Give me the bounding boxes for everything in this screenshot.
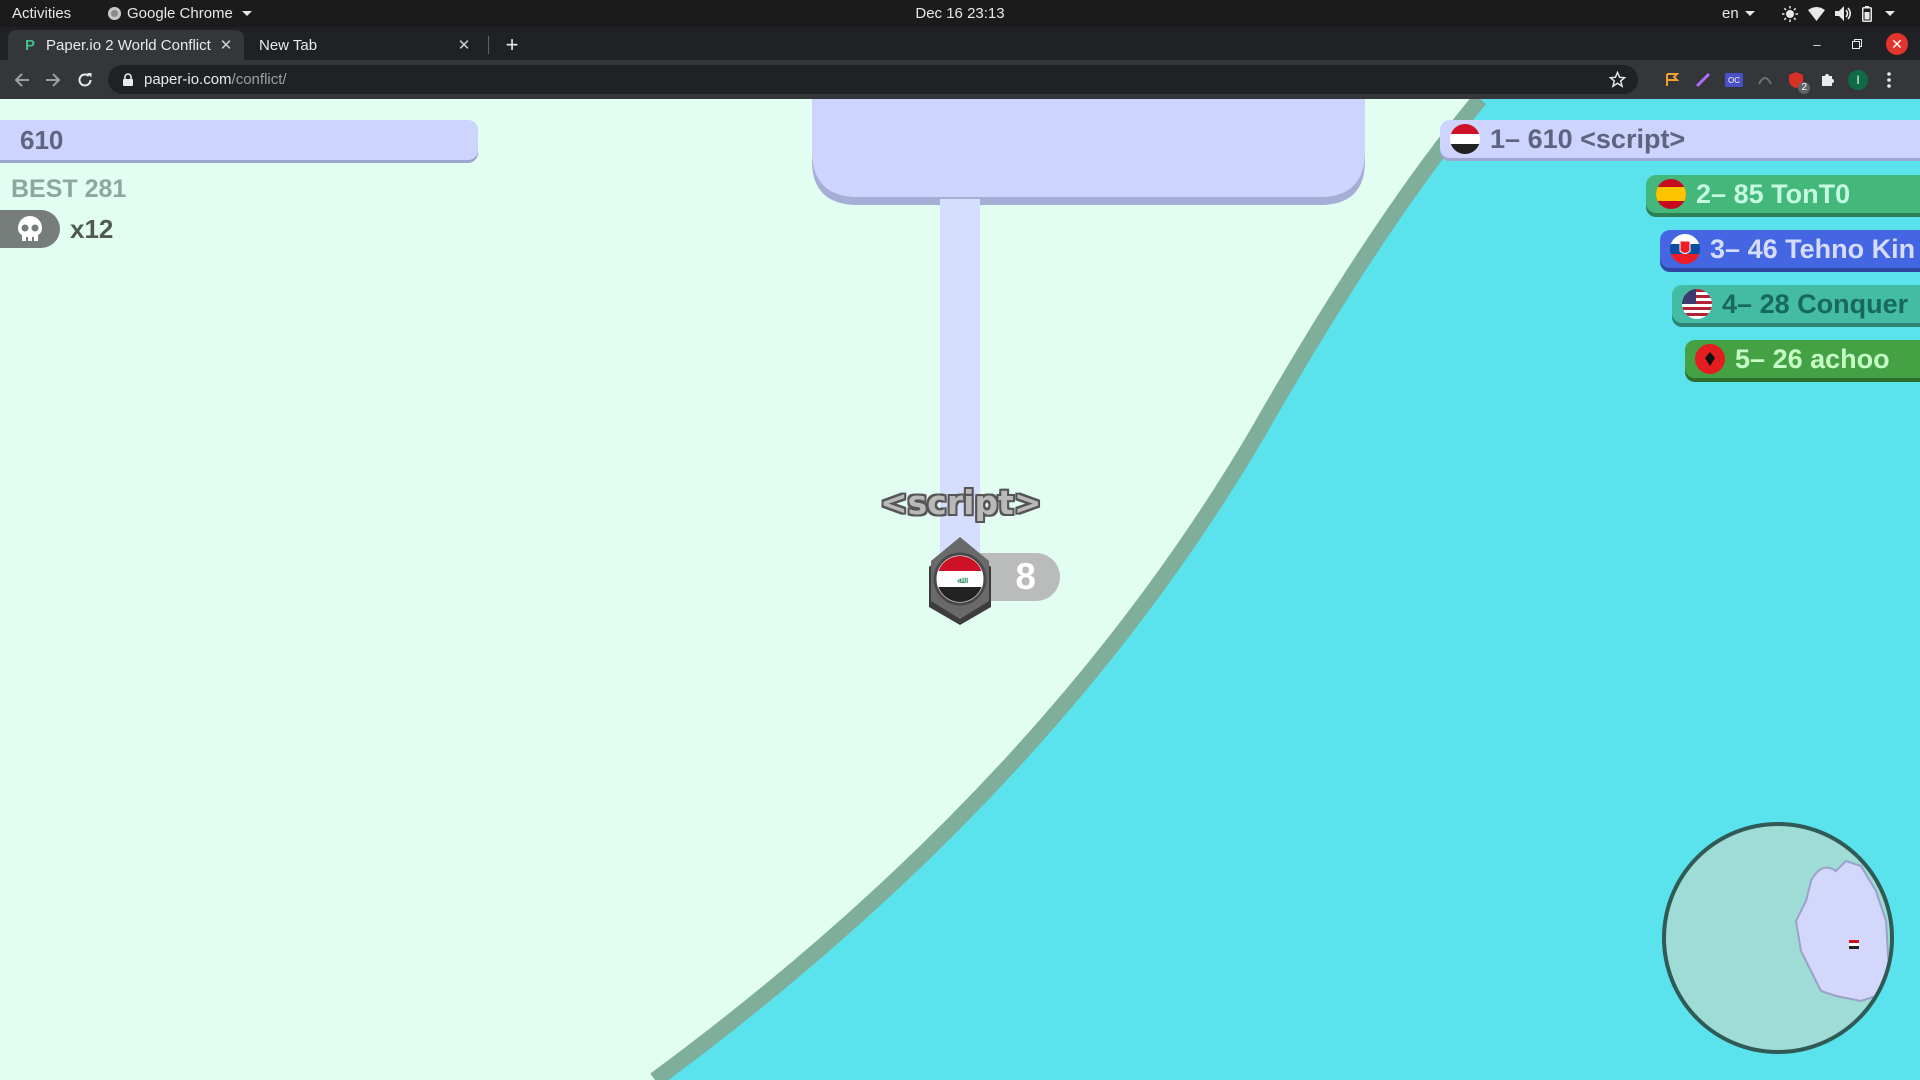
leaderboard-row: 2– 85 TonT0	[1646, 175, 1920, 213]
chevron-down-icon	[241, 11, 252, 16]
player-name-label: <script>	[880, 483, 1042, 522]
profile-initial: I	[1848, 70, 1868, 90]
arrow-right-icon	[46, 73, 61, 87]
puzzle-icon[interactable]	[1817, 70, 1837, 90]
profile-avatar[interactable]: I	[1848, 70, 1868, 90]
chevron-down-icon	[1885, 11, 1895, 16]
wifi-icon	[1808, 6, 1825, 21]
shield-extension-icon[interactable]: 2	[1786, 70, 1810, 94]
kills-counter: x12	[0, 209, 113, 249]
battery-icon	[1862, 5, 1872, 22]
maximize-button[interactable]	[1846, 33, 1868, 55]
lock-icon[interactable]	[121, 73, 135, 87]
minimap-player-marker	[1849, 940, 1859, 949]
close-icon[interactable]: ✕	[454, 35, 474, 55]
activities-button[interactable]: Activities	[12, 0, 71, 27]
leaderboard-score: 28	[1759, 288, 1790, 319]
language-label: en	[1722, 5, 1739, 22]
reload-icon	[78, 73, 92, 87]
leaderboard-name: achoo	[1810, 343, 1890, 374]
leaderboard-name: <script>	[1580, 123, 1686, 154]
leaderboard-score: 46	[1747, 233, 1778, 264]
clock[interactable]: Dec 16 23:13	[0, 0, 1920, 27]
url-host: paper-io.com	[144, 71, 232, 88]
app-menu[interactable]: Google Chrome	[108, 0, 252, 27]
game-canvas[interactable]: 610 BEST 281 x12 <script> 8 ﷲ 1– 610 <sc…	[0, 99, 1920, 1080]
chrome-icon	[108, 7, 121, 20]
tab-paper-io[interactable]: P Paper.io 2 World Conflict ✕	[8, 30, 244, 60]
forward-button[interactable]	[40, 67, 66, 93]
leaderboard-score: 610	[1527, 123, 1573, 154]
curve-extension-icon[interactable]	[1755, 70, 1775, 90]
os-top-bar: Activities Google Chrome Dec 16 23:13 en	[0, 0, 1920, 27]
cc-extension-icon[interactable]: OC	[1724, 70, 1744, 90]
iraq-flag-icon	[1450, 124, 1480, 154]
chevron-down-icon	[1744, 11, 1755, 16]
back-button[interactable]	[9, 67, 35, 93]
app-menu-label: Google Chrome	[127, 5, 233, 22]
leaderboard-row: 1– 610 <script>	[1440, 120, 1920, 158]
leaderboard-name: TonT0	[1771, 178, 1851, 209]
tab-new-tab[interactable]: New Tab ✕	[248, 30, 482, 60]
language-selector[interactable]: en	[1722, 0, 1755, 27]
score-value: 610	[20, 124, 64, 155]
restore-icon	[1852, 39, 1862, 49]
extensions-area: OC 2 I	[1662, 68, 1899, 94]
new-tab-button[interactable]: +	[498, 31, 526, 59]
minimap	[1662, 822, 1894, 1054]
leaderboard-name: Conquer	[1797, 288, 1909, 319]
tab-divider	[488, 36, 489, 54]
minimize-button[interactable]: –	[1806, 33, 1828, 55]
kebab-menu-icon[interactable]	[1879, 70, 1899, 90]
pen-extension-icon[interactable]	[1693, 70, 1713, 90]
address-bar[interactable]: paper-io.com/conflict/	[108, 65, 1638, 94]
extension-badge: 2	[1798, 82, 1810, 94]
leaderboard-score: 26	[1772, 343, 1803, 374]
leaderboard-rank: 5	[1735, 343, 1751, 374]
kills-count: x12	[70, 213, 114, 244]
leaderboard-row: 4– 28 Conquer	[1672, 285, 1920, 323]
player-territory	[812, 99, 1365, 197]
night-light-icon	[1782, 5, 1798, 22]
close-window-button[interactable]: ✕	[1886, 33, 1908, 55]
volume-icon	[1835, 6, 1852, 21]
player-score-value: 8	[1015, 556, 1036, 597]
slovakia-flag-icon	[1670, 234, 1700, 264]
skull-icon	[0, 210, 60, 248]
leaderboard-rank: 2	[1696, 178, 1712, 209]
url-text: paper-io.com/conflict/	[144, 71, 287, 88]
tab-title: New Tab	[259, 36, 318, 54]
leaderboard-row: 3– 46 Tehno Kin	[1660, 230, 1920, 268]
spain-flag-icon	[1656, 179, 1686, 209]
tab-strip: P Paper.io 2 World Conflict ✕ New Tab ✕ …	[0, 27, 1920, 60]
bookmark-star-icon[interactable]	[1608, 70, 1627, 93]
leaderboard-name: Tehno Kin	[1785, 233, 1916, 264]
flag-extension-icon[interactable]	[1662, 70, 1682, 90]
leaderboard-rank: 1	[1490, 123, 1506, 154]
reload-button[interactable]	[72, 67, 98, 93]
leaderboard-score: 85	[1733, 178, 1764, 209]
best-score: BEST 281	[11, 175, 127, 203]
url-path: /conflict/	[231, 71, 287, 88]
svg-text:OC: OC	[1728, 76, 1740, 85]
close-icon[interactable]: ✕	[216, 35, 236, 55]
paper-io-favicon-icon: P	[24, 36, 35, 54]
system-tray[interactable]	[1782, 0, 1895, 27]
player-avatar: ﷲ	[929, 537, 991, 625]
arrow-left-icon	[14, 73, 29, 87]
albania-flag-icon	[1695, 344, 1725, 374]
leaderboard-rank: 3	[1710, 233, 1726, 264]
browser-toolbar: paper-io.com/conflict/ OC 2 I	[0, 60, 1920, 99]
usa-flag-icon	[1682, 289, 1712, 319]
leaderboard-rank: 4	[1722, 288, 1738, 319]
score-bar: 610	[0, 120, 478, 160]
tab-title: Paper.io 2 World Conflict	[46, 36, 211, 54]
leaderboard-row: 5– 26 achoo	[1685, 340, 1920, 378]
